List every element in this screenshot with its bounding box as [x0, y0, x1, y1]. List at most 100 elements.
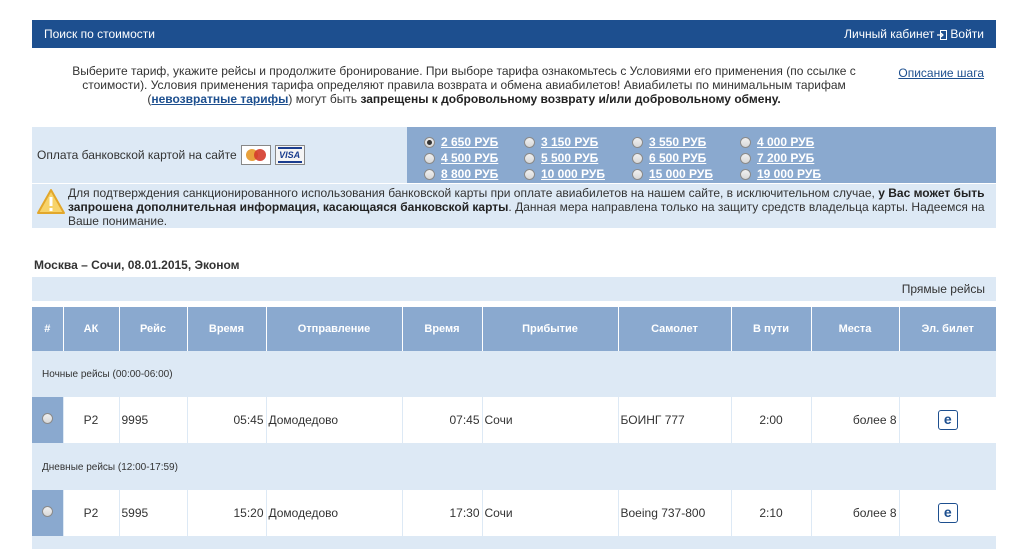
group-label-day: Дневные рейсы (12:00-17:59) — [32, 443, 996, 490]
flight-select-cell[interactable] — [32, 397, 64, 444]
col-header-departure: Отправление — [266, 307, 403, 351]
price-radio[interactable] — [424, 136, 435, 148]
duration-cell: 2:10 — [731, 490, 812, 537]
flight-number-cell: 5995 — [119, 490, 188, 537]
table-row[interactable]: P2 9995 05:45 Домодедово 07:45 Сочи БОИН… — [32, 397, 996, 444]
price-label: 3 150 РУБ — [541, 135, 599, 149]
col-header-eticket: Эл. билет — [899, 307, 996, 351]
price-radio[interactable] — [424, 152, 435, 164]
col-header-seats: Места — [811, 307, 900, 351]
eticket-cell: e — [899, 490, 996, 537]
aircraft-cell: Boeing 737-800 — [618, 490, 732, 537]
col-header-duration: В пути — [731, 307, 812, 351]
price-option[interactable]: 10 000 РУБ — [524, 167, 605, 181]
price-radio[interactable] — [424, 168, 435, 180]
col-header-flight: Рейс — [119, 307, 188, 351]
price-label: 15 000 РУБ — [649, 167, 713, 181]
price-radio[interactable] — [524, 152, 535, 164]
duration-cell: 2:00 — [731, 397, 812, 444]
warning-text-part1: Для подтверждения санкционированного исп… — [68, 186, 879, 200]
price-radio[interactable] — [740, 152, 751, 164]
flight-number-cell: 9995 — [119, 397, 188, 444]
price-label: 4 500 РУБ — [441, 151, 499, 165]
personal-cabinet-link[interactable]: Личный кабинет — [844, 27, 934, 41]
account-links: Личный кабинет Войти — [844, 27, 984, 41]
price-option[interactable]: 3 550 РУБ — [632, 135, 706, 149]
price-options: 2 650 РУБ 3 150 РУБ 3 550 РУБ 4 000 РУБ … — [407, 127, 996, 183]
table-row[interactable]: P2 5995 15:20 Домодедово 17:30 Сочи Boei… — [32, 490, 996, 537]
airline-cell: P2 — [63, 490, 120, 537]
price-label: 7 200 РУБ — [757, 151, 815, 165]
price-option[interactable]: 4 500 РУБ — [424, 151, 498, 165]
nonrefundable-fares-link[interactable]: невозвратные тарифы — [151, 92, 288, 106]
top-bar: Поиск по стоимости Личный кабинет Войти — [32, 20, 996, 48]
card-payment-label: Оплата банковской картой на сайте — [37, 148, 237, 162]
flight-radio[interactable] — [41, 413, 53, 424]
price-option[interactable]: 7 200 РУБ — [740, 151, 814, 165]
col-header-airline: АК — [63, 307, 120, 351]
eticket-icon: e — [937, 410, 958, 430]
price-label: 4 000 РУБ — [757, 135, 815, 149]
group-label-night: Ночные рейсы (00:00-06:00) — [32, 351, 996, 397]
eticket-cell: e — [899, 397, 996, 444]
price-option[interactable]: 6 500 РУБ — [632, 151, 706, 165]
route-title: Москва – Сочи, 08.01.2015, Эконом — [34, 258, 240, 272]
price-option[interactable]: 4 000 РУБ — [740, 135, 814, 149]
flight-select-cell[interactable] — [32, 490, 64, 537]
visa-logo-text: VISA — [279, 150, 301, 160]
warning-text: Для подтверждения санкционированного исп… — [68, 186, 994, 228]
price-radio[interactable] — [632, 136, 643, 148]
departure-cell: Домодедово — [266, 490, 403, 537]
price-label: 19 000 РУБ — [757, 167, 821, 181]
seats-cell: более 8 — [811, 490, 900, 537]
warning-icon — [37, 189, 65, 214]
arr-time-cell: 17:30 — [402, 490, 483, 537]
price-radio[interactable] — [524, 136, 535, 148]
price-option[interactable]: 15 000 РУБ — [632, 167, 713, 181]
price-label: 8 800 РУБ — [441, 167, 499, 181]
price-option[interactable]: 8 800 РУБ — [424, 167, 498, 181]
arrival-cell: Сочи — [482, 397, 619, 444]
price-radio[interactable] — [632, 152, 643, 164]
col-header-dep-time: Время — [187, 307, 267, 351]
flights-table: # АК Рейс Время Отправление Время Прибыт… — [32, 307, 996, 537]
mastercard-icon — [240, 145, 271, 165]
table-header-row: # АК Рейс Время Отправление Время Прибыт… — [32, 307, 996, 351]
col-header-aircraft: Самолет — [618, 307, 732, 351]
price-label: 3 550 РУБ — [649, 135, 707, 149]
price-label: 2 650 РУБ — [441, 135, 499, 149]
price-option[interactable]: 5 500 РУБ — [524, 151, 598, 165]
price-radio[interactable] — [524, 168, 535, 180]
direct-flights-bar: Прямые рейсы — [32, 277, 996, 301]
login-icon[interactable] — [937, 30, 948, 40]
dep-time-cell: 05:45 — [187, 397, 267, 444]
table-bottom-strip — [32, 537, 996, 549]
col-header-number: # — [32, 307, 64, 351]
flight-radio[interactable] — [41, 506, 53, 517]
price-option[interactable]: 2 650 РУБ — [424, 135, 498, 149]
price-radio[interactable] — [740, 168, 751, 180]
group-row: Ночные рейсы (00:00-06:00) — [32, 351, 996, 397]
price-label: 10 000 РУБ — [541, 167, 605, 181]
aircraft-cell: БОИНГ 777 — [618, 397, 732, 444]
visa-card-icon: VISA — [274, 145, 305, 165]
arr-time-cell: 07:45 — [402, 397, 483, 444]
price-radio[interactable] — [632, 168, 643, 180]
airline-cell: P2 — [63, 397, 120, 444]
price-label: 6 500 РУБ — [649, 151, 707, 165]
page-title: Поиск по стоимости — [44, 27, 155, 41]
eticket-icon: e — [937, 503, 958, 523]
arrival-cell: Сочи — [482, 490, 619, 537]
price-radio[interactable] — [740, 136, 751, 148]
seats-cell: более 8 — [811, 397, 900, 444]
intro-text: Выберите тариф, укажите рейсы и продолжи… — [54, 64, 874, 106]
card-payment: Оплата банковской картой на сайте VISA — [37, 145, 305, 165]
step-description-link[interactable]: Описание шага — [898, 66, 984, 80]
card-verification-warning: Для подтверждения санкционированного исп… — [32, 184, 996, 228]
price-option[interactable]: 19 000 РУБ — [740, 167, 821, 181]
price-option[interactable]: 3 150 РУБ — [524, 135, 598, 149]
direct-flights-label: Прямые рейсы — [901, 282, 985, 296]
intro-bold-text: запрещены к добровольному возврату и/или… — [360, 92, 781, 106]
departure-cell: Домодедово — [266, 397, 403, 444]
login-link[interactable]: Войти — [950, 27, 984, 41]
